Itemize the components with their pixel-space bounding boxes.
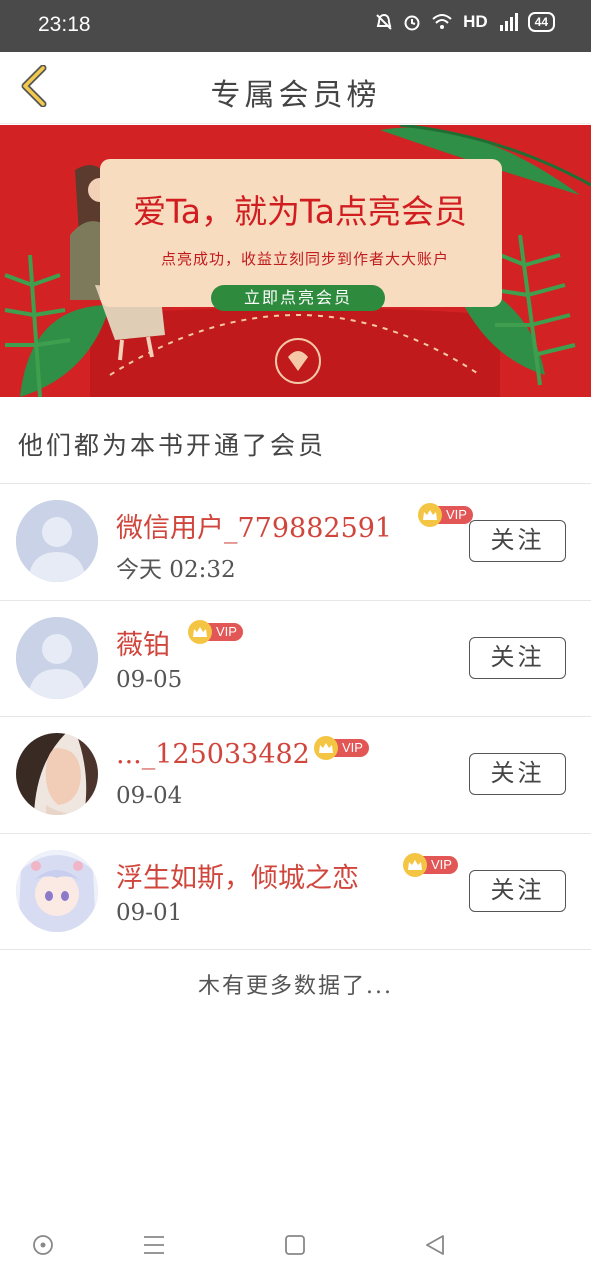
app-header: 专属会员榜 [0,52,591,124]
member-list: 微信用户_779882591 VIP 今天 02:32 关注 薇铂 VIP 09… [0,484,591,950]
crown-icon [418,503,442,527]
follow-button[interactable]: 关注 [469,636,566,679]
network-label: HD [463,12,488,31]
signal-icon [498,13,518,31]
crown-icon [188,619,212,644]
light-up-member-button[interactable]: 立即点亮会员 [211,285,385,311]
battery-indicator: 44 [527,12,555,32]
square-icon[interactable] [280,1230,310,1260]
menu-icon[interactable] [139,1230,169,1260]
member-name[interactable]: ..._125033482 [116,739,310,770]
section-title: 他们都为本书开通了会员 [18,431,327,460]
default-avatar-icon [16,616,98,699]
status-time: 23:18 [38,13,91,36]
vip-badge: VIP [418,503,473,527]
avatar[interactable] [16,849,98,932]
mute-bell-icon [375,13,393,31]
banner-headline: 爱Ta，就为Ta点亮会员 [133,192,467,231]
back-triangle-icon[interactable] [420,1230,450,1260]
vip-badge: VIP [403,852,458,877]
default-avatar-icon [16,500,98,582]
user-photo-avatar [16,733,98,815]
list-item[interactable]: ..._125033482 VIP 09-04 关注 [0,717,591,834]
home-circle-icon[interactable] [28,1230,58,1260]
page-title: 专属会员榜 [210,78,381,113]
member-time: 09-04 [116,783,183,809]
follow-button[interactable]: 关注 [469,753,566,795]
list-item[interactable]: 微信用户_779882591 VIP 今天 02:32 关注 [0,484,591,601]
system-nav-bar [0,1210,591,1280]
follow-button[interactable]: 关注 [469,520,566,562]
status-bar: 23:18 HD 44 [0,0,591,52]
list-item[interactable]: 薇铂 VIP 09-05 关注 [0,601,591,717]
follow-button[interactable]: 关注 [469,869,566,912]
alarm-icon [403,13,421,31]
banner-subline: 点亮成功，收益立刻同步到作者大大账户 [160,250,449,268]
member-name[interactable]: 浮生如斯，倾城之恋 [116,856,359,895]
vip-badge: VIP [314,736,369,760]
member-name[interactable]: 薇铂 [116,623,170,662]
member-time: 09-05 [116,666,183,693]
crown-icon [314,736,338,760]
member-time: 09-01 [116,899,183,926]
vip-badge: VIP [188,619,243,644]
status-icons: HD 44 [375,12,555,32]
promo-banner[interactable]: 爱Ta，就为Ta点亮会员 点亮成功，收益立刻同步到作者大大账户 立即点亮会员 [0,125,591,397]
avatar[interactable] [16,733,98,815]
crown-icon [403,852,427,877]
wifi-icon [431,13,453,31]
avatar[interactable] [16,616,98,699]
member-name[interactable]: 微信用户_779882591 [116,506,392,545]
avatar[interactable] [16,500,98,582]
anime-avatar [16,849,98,932]
list-item[interactable]: 浮生如斯，倾城之恋 VIP 09-01 关注 [0,834,591,950]
member-time: 今天 02:32 [116,557,236,583]
no-more-data-text: 木有更多数据了... [198,974,393,999]
